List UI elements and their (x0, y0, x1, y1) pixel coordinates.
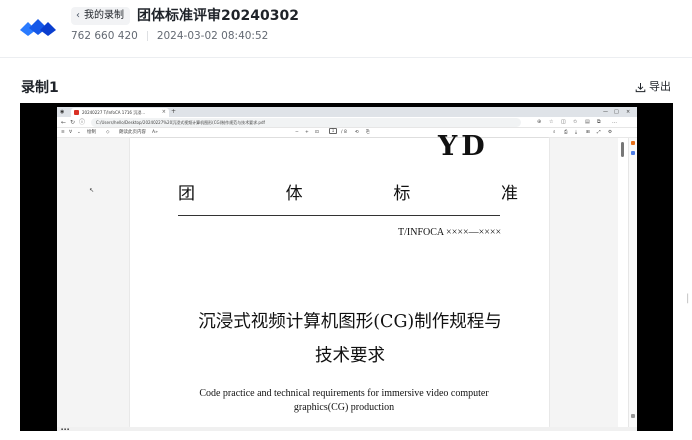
download-icon (635, 82, 646, 92)
meeting-meta: 762 660 420 2024-03-02 08:40:52 (71, 29, 268, 43)
collections-icon[interactable]: ▤ (585, 117, 590, 128)
save-as-icon[interactable]: ⊞ (586, 128, 590, 138)
expand-icon[interactable]: ⤢ (597, 128, 601, 138)
app-logo-icon (20, 19, 56, 36)
pdf-toolbar: ≡ ∀ ⌄ 绘制 ◇ 朗读此页内容 A» − + ⊡ 1 / 8 ⟲ ⎘ ⌕ ⎙… (57, 128, 637, 138)
scrollbar[interactable] (618, 138, 628, 427)
favorites-icon[interactable]: ✩ (573, 117, 577, 128)
draw-label[interactable]: 绘制 (87, 128, 96, 138)
extensions-icon[interactable]: ⧉ (597, 117, 601, 128)
doc-title-cn-line1: 沉浸式视频计算机图形(CG)制作规程与 (198, 312, 502, 332)
export-label: 导出 (649, 80, 671, 93)
page-view-icon[interactable]: ⎘ (366, 128, 370, 138)
tab-title: 20240227 T/InfoCA 1716 沉浸... (82, 110, 146, 115)
page-number-input[interactable]: 1 (329, 128, 337, 134)
edge-sidebar (628, 138, 637, 427)
new-tab-icon[interactable]: + (171, 107, 176, 117)
split-icon[interactable]: ◫ (561, 117, 566, 128)
chevron-left-icon: ‹ (76, 10, 80, 21)
edge-handle[interactable]: | (686, 293, 689, 304)
close-window-icon[interactable]: × (626, 107, 630, 117)
std-char: 体 (285, 184, 303, 204)
sidebar-settings-icon[interactable] (631, 414, 635, 418)
browser-profile-icon: ◉ (60, 109, 65, 115)
std-char: 标 (393, 184, 411, 204)
back-label: 我的录制 (84, 10, 124, 21)
reload-icon[interactable]: ↻ (70, 117, 75, 128)
draw-icon[interactable]: ⌄ (77, 128, 81, 138)
star-icon[interactable]: ☆ (549, 117, 553, 128)
search-icon[interactable]: ⌕ (553, 128, 556, 138)
doc-title-cn-line2: 技术要求 (315, 346, 385, 366)
recording-title: 录制1 (21, 80, 59, 96)
back-to-my-recordings-button[interactable]: ‹ 我的录制 (71, 7, 130, 25)
heading-rule (178, 215, 500, 216)
pdf-icon (74, 110, 79, 115)
recorded-screen: ◉ 20240227 T/InfoCA 1716 沉浸... × + — □ ×… (57, 107, 637, 431)
print-icon[interactable]: ⎙ (564, 128, 568, 138)
export-button[interactable]: 导出 (635, 79, 671, 95)
browser-urlbar: ← ↻ ⓘ C:/Users/hello/Desktop/20240227%20… (57, 117, 637, 128)
add-tool-icon[interactable] (631, 151, 635, 155)
close-icon[interactable]: × (162, 108, 166, 117)
read-aloud-label[interactable]: 朗读此页内容 (119, 128, 146, 138)
header: ‹ 我的录制 团体标准评审20240302 762 660 420 2024-0… (0, 0, 692, 58)
minimize-icon[interactable]: — (603, 107, 608, 117)
standard-code: T/INFOCA ××××—×××× (398, 227, 502, 238)
address-bar[interactable]: C:/Users/hello/Desktop/20240227%20沉浸式视频计… (91, 118, 521, 127)
back-icon[interactable]: ← (61, 117, 66, 128)
divider (146, 31, 148, 41)
mouse-cursor-icon: ↖ (89, 187, 95, 194)
meeting-id: 762 660 420 (71, 30, 138, 42)
scrollbar-thumb[interactable] (621, 142, 624, 157)
std-char: 团 (178, 184, 195, 204)
doc-title-en-line2: graphics(CG) production (293, 402, 395, 413)
rotate-icon[interactable]: ⟲ (355, 128, 359, 138)
info-icon[interactable]: ⓘ (79, 117, 85, 128)
highlight-icon[interactable]: ∀ (69, 128, 72, 138)
std-char: 准 (500, 184, 518, 204)
erase-icon[interactable]: ◇ (106, 128, 109, 138)
standard-type-heading: 团 体 标 准 (178, 179, 518, 204)
recording-video-player[interactable]: ◉ 20240227 T/InfoCA 1716 沉浸... × + — □ ×… (20, 103, 673, 431)
fit-page-icon[interactable]: ⊡ (315, 128, 319, 138)
filter-icon[interactable]: ≡ (61, 128, 65, 138)
more-icon[interactable]: … (612, 117, 617, 128)
settings-icon[interactable]: ⚙ (608, 128, 612, 138)
taskbar: ▪ ▪ ▪ (57, 427, 637, 431)
office-icon[interactable] (631, 141, 635, 145)
page-title: 团体标准评审20240302 (137, 8, 299, 24)
page-total: / 8 (341, 130, 347, 135)
meeting-datetime: 2024-03-02 08:40:52 (156, 30, 269, 42)
save-icon[interactable]: ⤓ (575, 128, 577, 138)
maximize-icon[interactable]: □ (614, 107, 619, 117)
browser-tabbar: ◉ 20240227 T/InfoCA 1716 沉浸... × + — □ × (57, 107, 637, 117)
browser-tab[interactable]: 20240227 T/InfoCA 1716 沉浸... × (71, 108, 169, 117)
zoom-icon[interactable]: ⊕ (537, 117, 541, 128)
doc-title-en-line1: Code practice and technical requirements… (199, 388, 489, 399)
read-aloud-icon[interactable]: A» (152, 128, 158, 138)
zoom-out-icon[interactable]: − (295, 128, 299, 138)
zoom-in-icon[interactable]: + (305, 128, 309, 138)
doc-badge: YD (438, 131, 489, 162)
